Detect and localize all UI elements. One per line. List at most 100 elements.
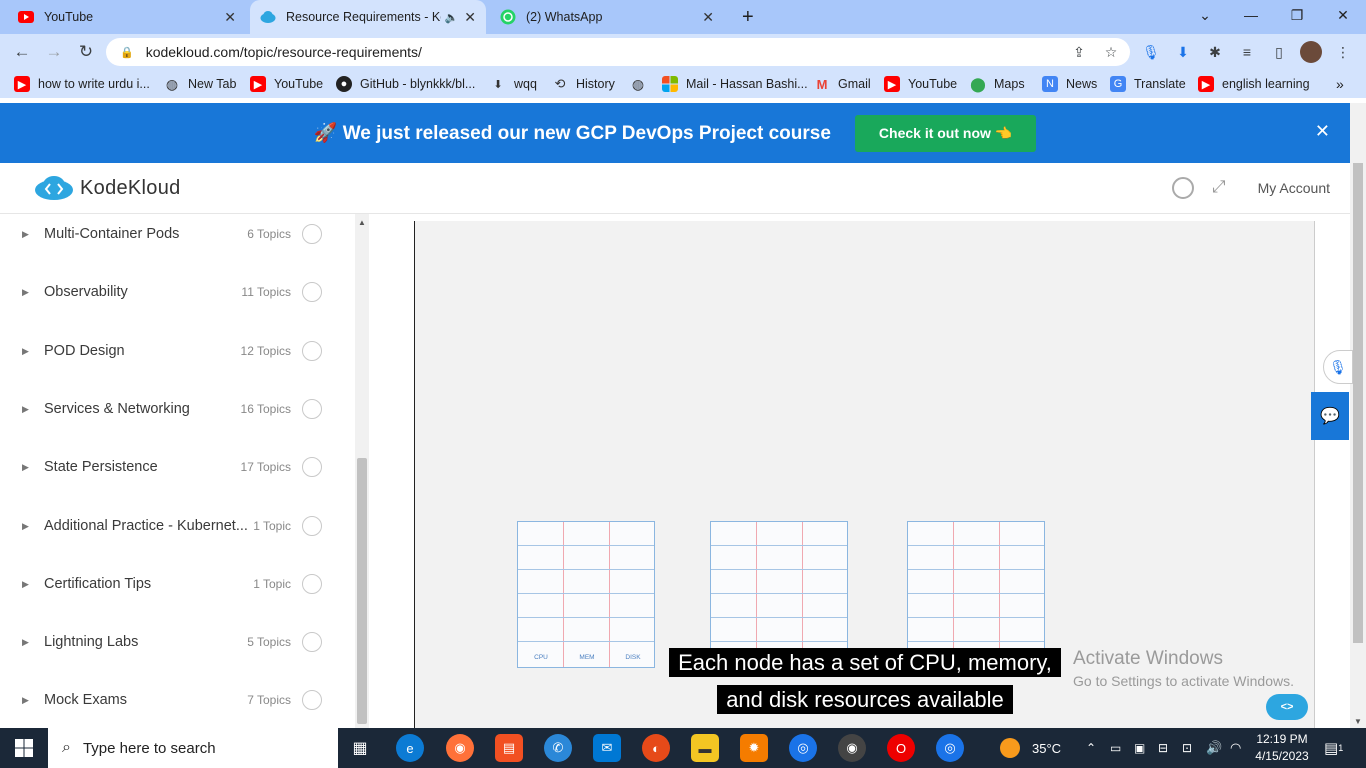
tab-whatsapp[interactable]: (2) WhatsApp ✕ [490,0,724,34]
wifi-icon[interactable]: ◠ [1230,728,1241,768]
scroll-down-icon[interactable]: ▼ [1354,717,1362,726]
store-icon[interactable]: ▤ [495,734,523,762]
bookmark-star-icon[interactable]: ☆ [1100,41,1122,63]
bookmark-item[interactable]: ▶ YouTube [884,75,957,93]
sidebar-scrollbar[interactable]: ▲ [355,214,369,728]
check-it-out-button[interactable]: Check it out now 👈 [854,114,1037,152]
expand-arrow-icon[interactable]: ▶ [22,346,29,357]
windows-start-button[interactable] [0,728,48,768]
minimize-button[interactable]: — [1228,0,1274,30]
share-icon[interactable]: ⇪ [1068,41,1090,63]
module-item[interactable]: ▶ Mock Exams 7 Topics [0,680,355,720]
kodekloud-logo[interactable]: KodeKloud [34,175,181,201]
tab-search-icon[interactable]: ⌄ [1182,0,1228,30]
close-window-button[interactable]: ✕ [1320,0,1366,30]
module-item[interactable]: ▶ POD Design 12 Topics [0,331,355,371]
close-tab-icon[interactable]: ✕ [702,9,714,26]
video-player[interactable]: CPU MEM DISK Each node has a set of CPU,… [414,221,1315,728]
module-item[interactable]: ▶ Certification Tips 1 Topic [0,564,355,604]
media-control-icon[interactable]: ≡ [1236,41,1258,63]
lock-icon[interactable]: 🔒 [120,46,134,59]
edge-icon[interactable]: e [396,734,424,762]
usb-icon[interactable]: ⊟ [1158,728,1168,768]
profile-avatar[interactable] [1300,41,1322,63]
bookmark-item[interactable]: N News [1042,75,1097,93]
download-extension-icon[interactable]: ⬇ [1172,41,1194,63]
side-panel-icon[interactable]: ▯ [1268,41,1290,63]
expand-arrow-icon[interactable]: ▶ [22,521,29,532]
bookmark-item[interactable]: G Translate [1110,75,1186,93]
bookmark-item[interactable]: M Gmail [814,75,871,93]
expand-arrow-icon[interactable]: ▶ [22,695,29,706]
back-button[interactable]: ← [8,39,36,65]
tab-youtube[interactable]: YouTube ✕ [8,0,246,34]
expand-arrow-icon[interactable]: ▶ [22,229,29,240]
chrome-active-icon[interactable]: ◎ [936,734,964,762]
banner-close-icon[interactable]: ✕ [1315,121,1330,142]
file-explorer-icon[interactable]: ▬ [691,734,719,762]
menu-icon[interactable]: ⋮ [1332,41,1354,63]
expand-arrow-icon[interactable]: ▶ [22,287,29,298]
chrome-icon[interactable]: ◎ [789,734,817,762]
module-item[interactable]: ▶ Lightning Labs 5 Topics [0,622,355,662]
close-tab-icon[interactable]: ✕ [224,9,236,26]
volume-icon[interactable]: 🔊 [1206,728,1222,768]
settings-app-icon[interactable]: ✹ [740,734,768,762]
system-clock[interactable]: 12:19 PM 4/15/2023 [1252,731,1312,765]
weather-widget[interactable]: 35°C [1000,728,1061,768]
module-item[interactable]: ▶ Services & Networking 16 Topics [0,389,355,429]
camera-app-icon[interactable]: ◉ [838,734,866,762]
bookmark-item[interactable]: ◍ New Tab [164,75,237,93]
expand-arrow-icon[interactable]: ▶ [22,404,29,415]
network-status-icon[interactable]: ▣ [1134,728,1145,768]
more-bookmarks-icon[interactable]: » [1336,75,1344,93]
module-item[interactable]: ▶ Additional Practice - Kubernet... 1 To… [0,506,355,546]
dark-mode-toggle-icon[interactable] [1172,177,1194,199]
taskbar-search-box[interactable]: ⌕ Type here to search [48,728,338,768]
notification-center-icon[interactable]: ▤ 1 [1324,728,1343,768]
media-app-icon[interactable]: ◐ [642,734,670,762]
bookmark-item[interactable]: ⟲ History [552,75,615,93]
bookmark-item[interactable]: ▶ how to write urdu i... [14,75,150,93]
bookmark-item[interactable]: ▶ YouTube [250,75,323,93]
sidebar-scrollbar-thumb[interactable] [357,458,367,724]
expand-arrow-icon[interactable]: ▶ [22,462,29,473]
expand-arrow-icon[interactable]: ▶ [22,637,29,648]
restore-button[interactable]: ❐ [1274,0,1320,30]
mail-icon[interactable]: ✉ [593,734,621,762]
forward-button[interactable]: → [40,39,68,65]
scroll-up-icon[interactable]: ▲ [358,218,366,227]
page-scrollbar[interactable]: ▼ [1350,103,1366,728]
task-view-icon[interactable]: ▦ [346,734,374,762]
module-item[interactable]: ▶ Multi-Container Pods 6 Topics [0,214,355,254]
reload-button[interactable]: ↻ [72,39,100,65]
close-tab-icon[interactable]: ✕ [464,9,476,26]
expand-arrow-icon[interactable]: ▶ [22,579,29,590]
opera-icon[interactable]: O [887,734,915,762]
display-icon[interactable]: ⊡ [1182,728,1192,768]
firefox-icon[interactable]: ◉ [446,734,474,762]
module-item[interactable]: ▶ State Persistence 17 Topics [0,447,355,487]
voice-extension-icon[interactable]: 🎙 [1140,41,1162,63]
kodekloud-assistant-button[interactable]: <> [1266,694,1308,720]
bookmark-item[interactable]: ⬤ Maps [970,75,1024,93]
bookmark-item[interactable]: ● GitHub - blynkkk/bl... [336,75,475,93]
bookmark-item[interactable]: ⬇ wqq [490,75,537,93]
page-scrollbar-thumb[interactable] [1353,163,1363,643]
phone-app-icon[interactable]: ✆ [544,734,572,762]
module-item[interactable]: ▶ Observability 11 Topics [0,272,355,312]
new-tab-button[interactable]: + [732,0,762,34]
address-bar[interactable]: 🔒 kodekloud.com/topic/resource-requireme… [106,38,1130,66]
microphone-icon[interactable]: 🎙 [1323,350,1353,384]
show-hidden-icons[interactable]: ⌃ [1086,728,1096,768]
speaker-icon[interactable]: 🔈 [445,11,459,24]
bookmark-item[interactable]: ◍ [630,75,654,93]
extensions-icon[interactable]: ✱ [1204,41,1226,63]
my-account-link[interactable]: My Account [1258,180,1330,196]
tab-resource-requirements[interactable]: Resource Requirements - Ko 🔈 ✕ [250,0,486,34]
bookmark-item[interactable]: ▶ english learning [1198,75,1310,93]
battery-icon[interactable]: ▭ [1110,728,1121,768]
chat-icon[interactable]: 💬 [1311,392,1349,440]
fullscreen-icon[interactable]: ⤢ [1212,177,1226,197]
bookmark-item[interactable]: Mail - Hassan Bashi... [662,75,808,93]
